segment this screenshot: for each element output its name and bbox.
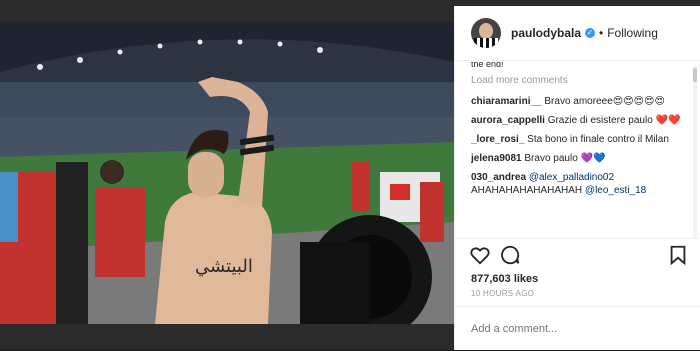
comment-emoji: 💜💙 [580,153,606,164]
likes-count[interactable]: 877,603 likes [471,273,538,285]
comment-mention[interactable]: @alex_palladino02 [529,172,614,183]
comment-composer [455,306,700,351]
post-side-panel: paulodybala ✓ • Following the end! Load … [454,6,700,350]
following-button[interactable]: Following [607,26,658,40]
comment-username[interactable]: _lore_rosi_ [471,134,524,145]
heart-outline-icon[interactable] [469,244,491,266]
comment-username[interactable]: 030_andrea [471,172,526,183]
scrollbar-thumb[interactable] [693,68,697,82]
avatar[interactable] [471,18,501,48]
username-link[interactable]: paulodybala [511,26,581,40]
truncated-comment: the end! [471,62,504,68]
load-more-comments[interactable]: Load more comments [471,74,689,87]
comment-mention[interactable]: @leo_esti_18 [585,185,646,196]
comment-item: _lore_rosi_ Sta bono in finale contro il… [471,133,689,146]
comment-text: Sta bono in finale contro il Milan [527,134,669,145]
comment-username[interactable]: chiaramarini__ [471,96,542,107]
comment-emoji: 😍😍😍😍😍 [612,96,665,107]
comment-text: Bravo amoreee [544,96,613,107]
comment-emoji: ❤️❤️ [655,115,681,126]
comment-item: 030_andrea @alex_palladino02 AHAHAHAHAHA… [471,171,689,197]
comments-list: the end! Load more comments chiaramarini… [471,62,689,238]
post-timestamp[interactable]: 10 HOURS AGO [471,289,534,298]
comment-text: Bravo paulo [524,153,578,164]
bookmark-icon[interactable] [667,244,689,266]
post-photo[interactable]: البيتشي [0,22,454,324]
comment-item: chiaramarini__ Bravo amoreee😍😍😍😍😍 [471,95,689,108]
verified-badge-icon: ✓ [585,28,596,38]
comment-username[interactable]: jelena9081 [471,153,522,164]
comment-item: aurora_cappelli Grazie di esistere paulo… [471,114,689,127]
comments-scrollbar[interactable] [693,66,697,238]
comment-bubble-icon[interactable] [499,244,521,266]
tattoo-text: البيتشي [195,256,253,277]
post-header: paulodybala ✓ • Following [455,6,700,61]
comment-text: AHAHAHAHAHAHAHAH [471,185,583,196]
separator-dot: • [599,26,604,40]
add-comment-input[interactable] [471,323,671,335]
photo-illustration: البيتشي [0,22,454,324]
comment-text: Grazie di esistere paulo [547,115,653,126]
comment-item: jelena9081 Bravo paulo 💜💙 [471,152,689,165]
comment-username[interactable]: aurora_cappelli [471,115,545,126]
